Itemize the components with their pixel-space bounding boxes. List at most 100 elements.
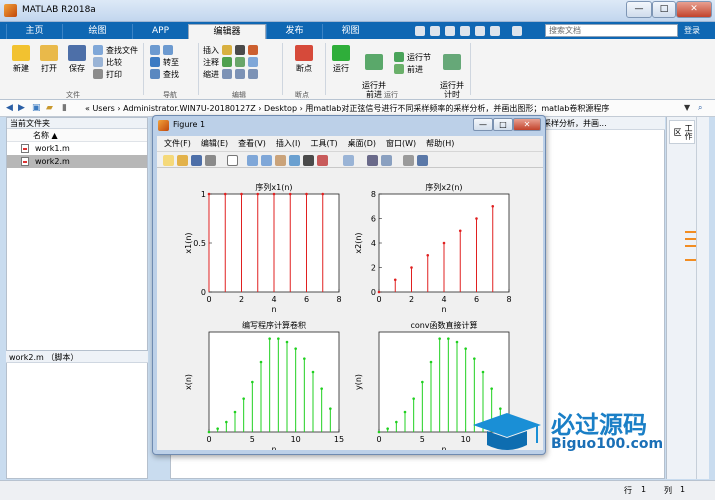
advance-label: 前进 xyxy=(407,64,423,74)
stem-marker xyxy=(393,278,397,282)
file-item[interactable]: work1.m xyxy=(7,142,147,155)
x-tick-label: 6 xyxy=(474,295,479,304)
new-figure-icon[interactable] xyxy=(163,155,174,166)
sign-in-link[interactable]: 登录 xyxy=(684,25,700,36)
colorbar-icon[interactable] xyxy=(367,155,378,166)
y-tick-label: 6 xyxy=(371,215,376,224)
new-button[interactable]: 新建 xyxy=(8,45,34,74)
y-axis-label: x1(n) xyxy=(184,232,193,253)
undo-quick-icon[interactable] xyxy=(475,26,485,36)
menu-file[interactable]: 文件(F) xyxy=(164,138,191,149)
comment-button[interactable]: 注释 xyxy=(203,56,258,68)
search-path-icon[interactable]: ⌕ xyxy=(698,103,702,113)
menu-edit[interactable]: 编辑(E) xyxy=(201,138,228,149)
divider xyxy=(325,43,326,95)
vertical-scrollbar[interactable] xyxy=(696,117,709,479)
column-value: 1 xyxy=(680,485,686,494)
menu-window[interactable]: 窗口(W) xyxy=(386,138,416,149)
insert-button[interactable]: 插入 xyxy=(203,44,258,56)
data-cursor-icon[interactable] xyxy=(303,155,314,166)
nav-group-label: 导航 xyxy=(163,91,177,99)
minimize-button[interactable]: — xyxy=(626,1,652,18)
goto-button[interactable]: 转至 xyxy=(150,56,179,68)
forward-arrow-icon xyxy=(163,45,173,55)
stem-marker xyxy=(475,217,478,220)
compare-button[interactable]: 比较 xyxy=(93,56,138,68)
back-forward-button[interactable] xyxy=(150,44,179,56)
cut-quick-icon[interactable] xyxy=(430,26,440,36)
file-item-selected[interactable]: work2.m xyxy=(7,155,147,168)
hide-plot-tools-icon[interactable] xyxy=(403,155,414,166)
indent-button[interactable]: 缩进 xyxy=(203,68,258,80)
x-tick-label: 5 xyxy=(420,435,425,444)
tab-plots[interactable]: 绘图 xyxy=(62,24,132,39)
workspace-tab[interactable]: 工作区 xyxy=(669,120,695,144)
pointer-icon[interactable] xyxy=(227,155,238,166)
run-button[interactable]: 运行 xyxy=(328,45,354,74)
back-icon[interactable]: ◀ xyxy=(6,103,13,113)
path-dropdown-icon[interactable]: ▼ xyxy=(684,103,690,112)
find-files-button[interactable]: 查找文件 xyxy=(93,44,138,56)
figure-title-bar[interactable]: Figure 1 — □ ✕ xyxy=(153,116,545,136)
rotate-3d-icon[interactable] xyxy=(289,155,300,166)
show-plot-tools-icon[interactable] xyxy=(417,155,428,166)
figure-minimize-button[interactable]: — xyxy=(473,118,493,131)
browse-folder-icon[interactable]: ▰ xyxy=(46,103,53,113)
tab-view[interactable]: 视图 xyxy=(322,24,378,39)
tab-home[interactable]: 主页 xyxy=(6,24,62,39)
stem-marker xyxy=(458,229,462,233)
zoom-in-icon[interactable] xyxy=(247,155,258,166)
figure-maximize-button[interactable]: □ xyxy=(493,118,513,131)
forward-icon[interactable]: ▶ xyxy=(18,103,25,113)
x-tick-label: 0 xyxy=(206,435,211,444)
save-button[interactable]: 保存 xyxy=(64,45,90,74)
x-tick-label: 0 xyxy=(376,435,381,444)
menu-view[interactable]: 查看(V) xyxy=(238,138,266,149)
run-and-time-button[interactable]: 运行并 计时 xyxy=(437,45,467,108)
save-quick-icon[interactable] xyxy=(415,26,425,36)
pan-icon[interactable] xyxy=(275,155,286,166)
stem-marker xyxy=(403,410,407,414)
menu-desktop[interactable]: 桌面(D) xyxy=(348,138,376,149)
menu-tools[interactable]: 工具(T) xyxy=(310,138,337,149)
tab-apps[interactable]: APP xyxy=(132,24,188,39)
tab-editor[interactable]: 编辑器 xyxy=(188,24,266,39)
y-tick-label: 0 xyxy=(201,288,206,297)
save-figure-icon[interactable] xyxy=(191,155,202,166)
advance-button[interactable]: 前进 xyxy=(394,63,431,75)
folder-up-icon[interactable]: ▣ xyxy=(32,103,41,113)
edit-group-label: 编辑 xyxy=(232,91,246,99)
divider xyxy=(282,43,283,95)
breakpoints-button[interactable]: 断点 xyxy=(290,45,318,74)
stem-marker xyxy=(321,192,325,196)
zoom-out-icon[interactable] xyxy=(261,155,272,166)
print-label: 打印 xyxy=(106,69,122,79)
print-figure-icon[interactable] xyxy=(205,155,216,166)
name-column-header[interactable]: 名称 ▲ xyxy=(7,129,147,142)
run-section-button[interactable]: 运行节 xyxy=(394,51,431,63)
matlab-logo-icon xyxy=(4,4,17,17)
subplot-title: 序列x1(n) xyxy=(255,182,292,192)
link-plot-icon[interactable] xyxy=(343,155,354,166)
legend-icon[interactable] xyxy=(381,155,392,166)
copy-quick-icon[interactable] xyxy=(445,26,455,36)
paste-quick-icon[interactable] xyxy=(460,26,470,36)
close-button[interactable]: ✕ xyxy=(676,1,712,18)
brush-icon[interactable] xyxy=(317,155,328,166)
help-quick-icon[interactable] xyxy=(512,26,522,36)
current-path[interactable]: « Users › Administrator.WIN7U-20180127Z … xyxy=(85,103,609,114)
y-tick-label: 2 xyxy=(371,264,376,273)
maximize-button[interactable]: □ xyxy=(652,1,676,18)
print-button[interactable]: 打印 xyxy=(93,68,138,80)
open-file-icon[interactable] xyxy=(177,155,188,166)
search-documentation-input[interactable]: 搜索文档 xyxy=(545,24,678,37)
redo-quick-icon[interactable] xyxy=(490,26,500,36)
x-axis-label: n xyxy=(441,445,446,450)
open-button[interactable]: 打开 xyxy=(36,45,62,74)
subplot-title: conv函数直接计算 xyxy=(410,320,477,330)
figure-close-button[interactable]: ✕ xyxy=(513,118,541,131)
menu-insert[interactable]: 插入(I) xyxy=(276,138,301,149)
tab-publish[interactable]: 发布 xyxy=(266,24,322,39)
find-button[interactable]: 查找 xyxy=(150,68,179,80)
menu-help[interactable]: 帮助(H) xyxy=(426,138,454,149)
